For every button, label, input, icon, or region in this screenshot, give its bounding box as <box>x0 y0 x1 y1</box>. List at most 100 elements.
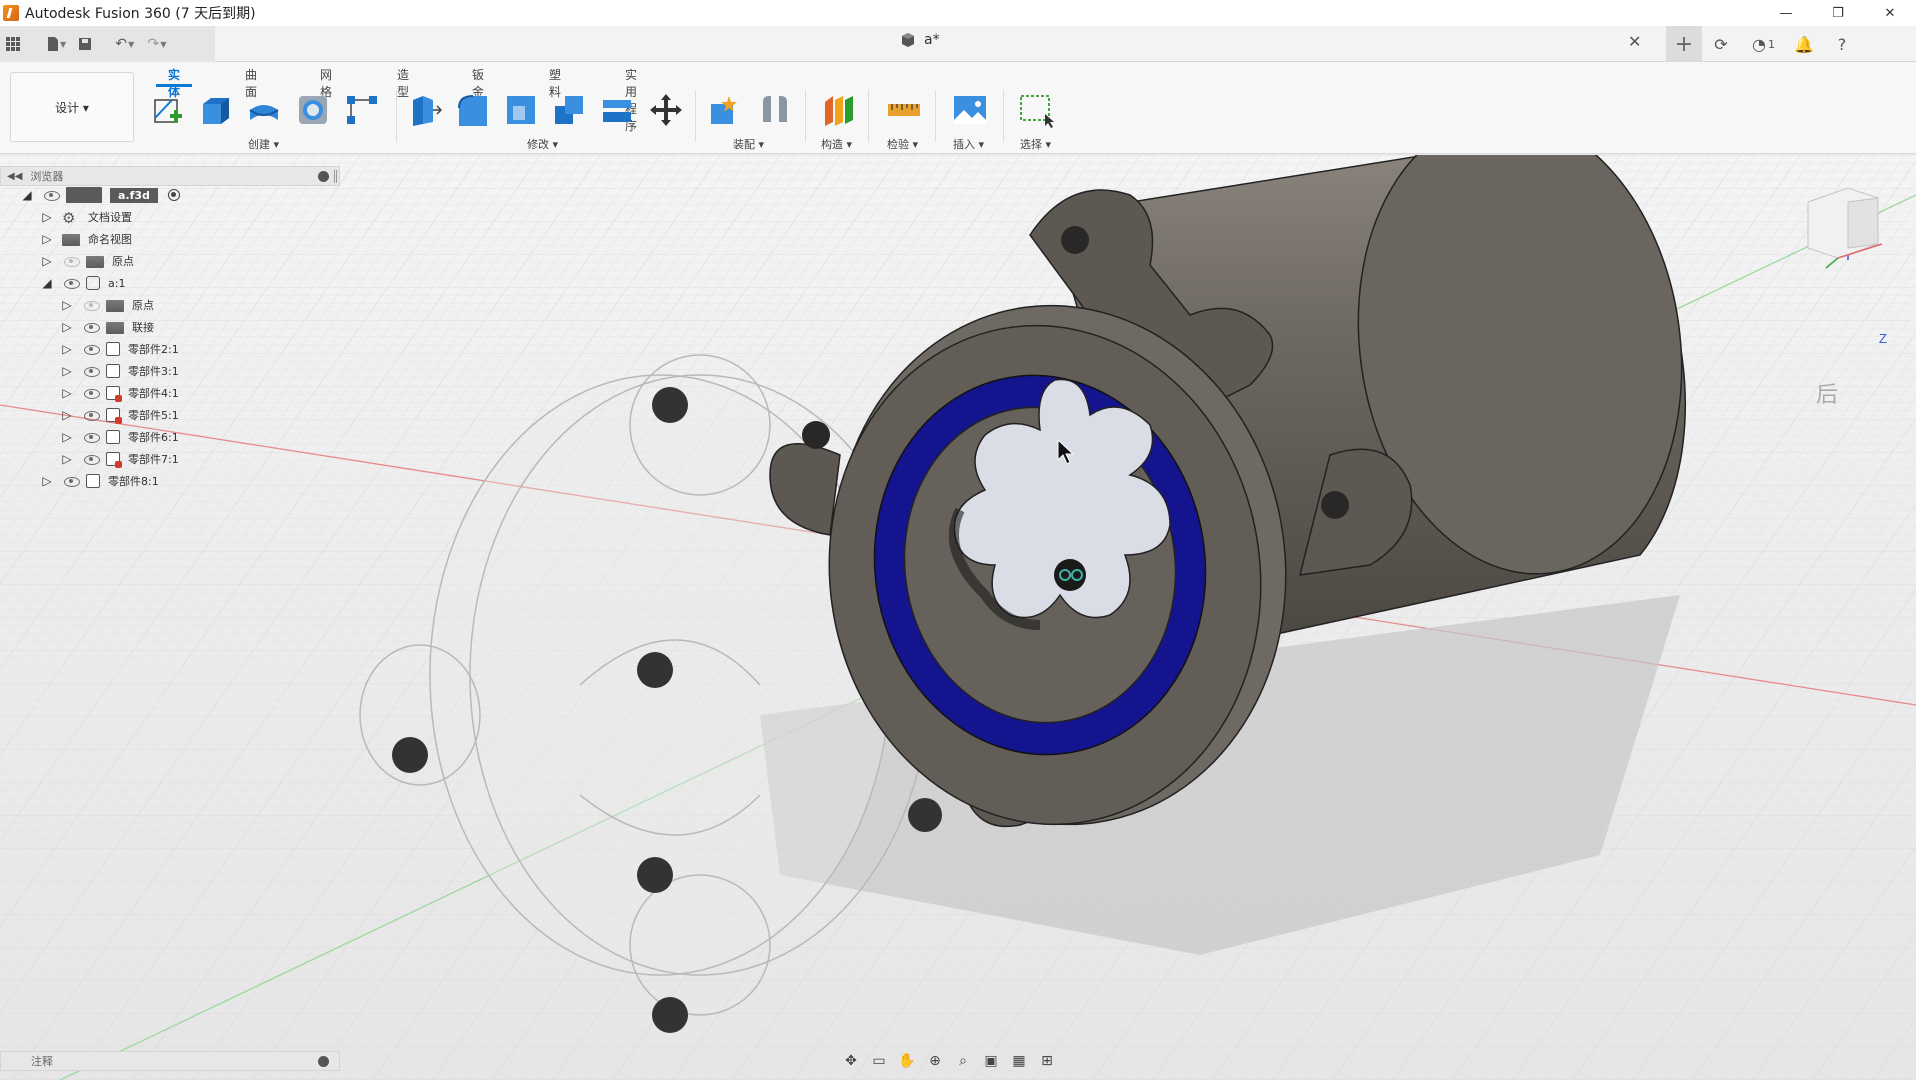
comments-panel[interactable]: 注释 <box>0 1051 340 1071</box>
collapse-triangle-icon[interactable]: ◢ <box>40 276 54 290</box>
tree-item-component-a1[interactable]: ◢ a:1 <box>40 272 125 294</box>
viewports-icon[interactable]: ⊞ <box>1036 1051 1058 1071</box>
pin-icon[interactable] <box>318 171 329 182</box>
tree-item-joints[interactable]: ▷ 联接 <box>60 316 154 338</box>
insert-image-icon[interactable] <box>952 92 988 128</box>
modify-group-label[interactable]: 修改 ▾ <box>527 136 558 152</box>
grid-icon[interactable]: ▦ <box>1008 1051 1030 1071</box>
tree-item-part[interactable]: ▷ 零部件3:1 <box>60 360 179 382</box>
visibility-eye-icon[interactable] <box>62 255 80 267</box>
help-button[interactable]: ? <box>1823 35 1861 54</box>
collapse-triangle-icon[interactable]: ◢ <box>20 188 34 202</box>
tree-item-named-views[interactable]: ▷ 命名视图 <box>40 228 132 250</box>
tree-item-label: 零部件8:1 <box>108 475 159 488</box>
expand-triangle-icon[interactable]: ▷ <box>60 298 74 312</box>
app-grid-button[interactable] <box>0 31 26 57</box>
visibility-eye-icon[interactable] <box>82 365 100 377</box>
press-pull-icon[interactable] <box>407 92 443 128</box>
hole-icon[interactable] <box>295 92 331 128</box>
expand-triangle-icon[interactable]: ▷ <box>60 430 74 444</box>
window-title: Autodesk Fusion 360 (7 天后到期) <box>25 6 256 22</box>
split-body-icon[interactable] <box>599 92 635 128</box>
visibility-eye-icon[interactable] <box>62 277 80 289</box>
move-icon[interactable] <box>648 92 684 128</box>
visibility-eye-icon[interactable] <box>82 321 100 333</box>
display-settings-icon[interactable]: ▣ <box>980 1051 1002 1071</box>
viewcube[interactable] <box>1796 172 1896 282</box>
job-count: 1 <box>1768 37 1775 51</box>
fit-icon[interactable]: ⌕ <box>952 1051 974 1071</box>
tree-item-part[interactable]: ▷ 零部件7:1 <box>60 448 179 470</box>
new-tab-button[interactable]: + <box>1666 26 1702 62</box>
panel-resize-handle[interactable] <box>334 170 337 183</box>
tree-item-part[interactable]: ▷ 零部件6:1 <box>60 426 179 448</box>
close-tab-button[interactable]: ✕ <box>1628 32 1641 51</box>
expand-triangle-icon[interactable]: ▷ <box>40 232 54 246</box>
zoom-icon[interactable]: ⊕ <box>924 1051 946 1071</box>
tree-item-part[interactable]: ▷ 零部件8:1 <box>40 470 159 492</box>
tree-item-document-settings[interactable]: ▷ ⚙ 文档设置 <box>40 206 132 228</box>
expand-triangle-icon[interactable]: ▷ <box>60 364 74 378</box>
document-tab[interactable]: a* <box>900 32 940 48</box>
close-window-button[interactable]: ✕ <box>1864 0 1916 26</box>
expand-triangle-icon[interactable]: ▷ <box>60 408 74 422</box>
extrude-icon[interactable] <box>197 92 233 128</box>
new-component-icon[interactable] <box>707 92 743 128</box>
inspect-group-label[interactable]: 检验 ▾ <box>887 136 918 152</box>
redo-caret-icon[interactable]: ▼ <box>160 40 166 49</box>
add-comment-icon[interactable] <box>318 1056 329 1067</box>
collapse-panel-icon[interactable]: ◀◀ <box>7 171 22 182</box>
expand-triangle-icon[interactable]: ▷ <box>60 342 74 356</box>
create-sketch-icon[interactable] <box>150 92 186 128</box>
visibility-eye-icon[interactable] <box>82 409 100 421</box>
visibility-eye-icon[interactable] <box>42 189 60 201</box>
save-button[interactable] <box>72 31 98 57</box>
tree-item-part[interactable]: ▷ 零部件2:1 <box>60 338 179 360</box>
pattern-icon[interactable] <box>344 92 380 128</box>
shell-icon[interactable] <box>503 92 539 128</box>
pan-icon[interactable]: ✋ <box>896 1051 918 1071</box>
select-icon[interactable] <box>1019 92 1055 128</box>
minimize-button[interactable]: — <box>1760 0 1812 26</box>
visibility-eye-icon[interactable] <box>82 387 100 399</box>
expand-triangle-icon[interactable]: ▷ <box>60 320 74 334</box>
activate-target-icon[interactable] <box>167 189 180 201</box>
expand-triangle-icon[interactable]: ▷ <box>40 254 54 268</box>
extensions-button[interactable]: ⟳ <box>1702 35 1740 54</box>
notifications-button[interactable]: 🔔 <box>1785 35 1823 54</box>
visibility-eye-icon[interactable] <box>82 299 100 311</box>
expand-triangle-icon[interactable]: ▷ <box>40 210 54 224</box>
expand-triangle-icon[interactable]: ▷ <box>60 452 74 466</box>
select-group-label[interactable]: 选择 ▾ <box>1020 136 1051 152</box>
tree-item-part[interactable]: ▷ 零部件5:1 <box>60 404 179 426</box>
browser-header[interactable]: ◀◀ 浏览器 <box>0 166 340 186</box>
tree-item-part[interactable]: ▷ 零部件4:1 <box>60 382 179 404</box>
expand-triangle-icon[interactable]: ▷ <box>60 386 74 400</box>
tree-item-origin[interactable]: ▷ 原点 <box>60 294 154 316</box>
visibility-eye-icon[interactable] <box>62 475 80 487</box>
linked-body-icon <box>106 452 122 468</box>
look-at-icon[interactable]: ▭ <box>868 1051 890 1071</box>
separator <box>805 90 806 142</box>
workspace-switcher[interactable]: 设计 ▾ <box>10 72 134 142</box>
measure-icon[interactable] <box>886 92 922 128</box>
assemble-group-label[interactable]: 装配 ▾ <box>733 136 764 152</box>
create-group-label[interactable]: 创建 ▾ <box>248 136 279 152</box>
fillet-icon[interactable] <box>455 92 491 128</box>
file-menu-caret-icon[interactable]: ▼ <box>60 40 66 49</box>
offset-plane-icon[interactable] <box>821 92 857 128</box>
restore-button[interactable]: ❐ <box>1812 0 1864 26</box>
insert-group-label[interactable]: 插入 ▾ <box>953 136 984 152</box>
tree-item-origin[interactable]: ▷ 原点 <box>40 250 134 272</box>
visibility-eye-icon[interactable] <box>82 431 100 443</box>
expand-triangle-icon[interactable]: ▷ <box>40 474 54 488</box>
revolve-icon[interactable] <box>246 92 282 128</box>
visibility-eye-icon[interactable] <box>82 453 100 465</box>
joint-icon[interactable] <box>757 92 793 128</box>
combine-icon[interactable] <box>551 92 587 128</box>
undo-caret-icon[interactable]: ▼ <box>128 40 134 49</box>
visibility-eye-icon[interactable] <box>82 343 100 355</box>
orbit-icon[interactable]: ✥ <box>840 1051 862 1071</box>
tree-item-root[interactable]: ◢ a.f3d <box>20 184 180 206</box>
construct-group-label[interactable]: 构造 ▾ <box>821 136 852 152</box>
